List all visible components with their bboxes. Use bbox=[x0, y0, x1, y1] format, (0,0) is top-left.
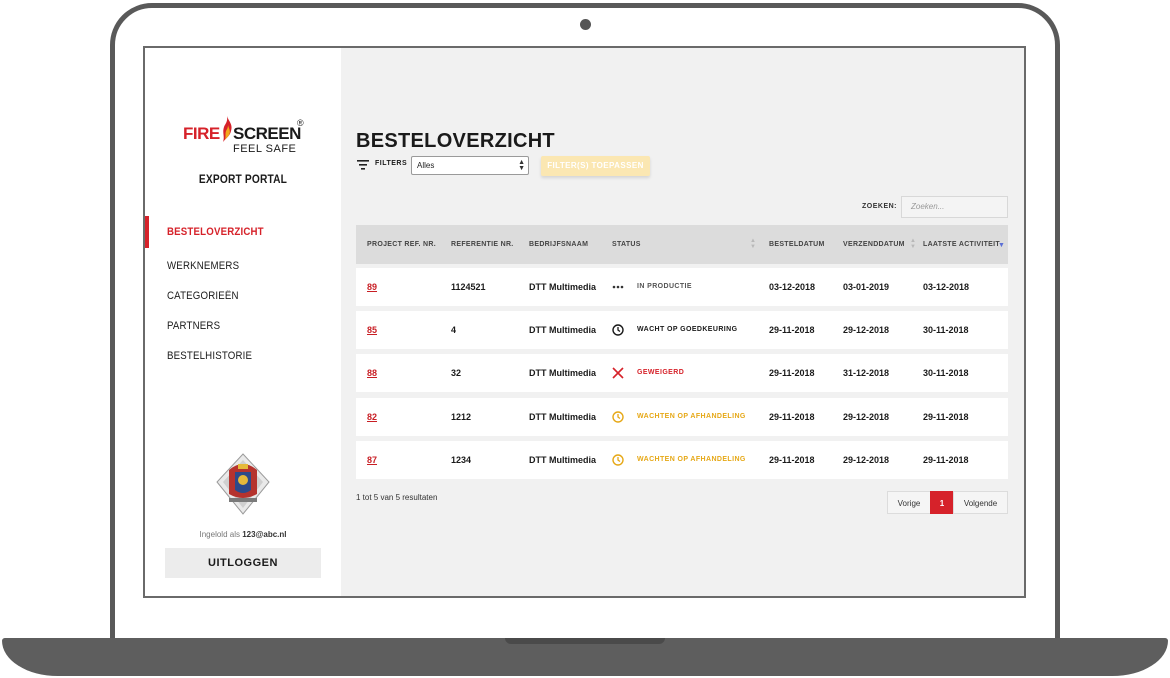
clock-icon bbox=[612, 454, 624, 466]
cross-icon bbox=[612, 367, 624, 379]
logo-fire-text: FIRE bbox=[183, 124, 220, 143]
project-link[interactable]: 88 bbox=[367, 354, 377, 392]
besteldatum-cell: 29-11-2018 bbox=[769, 412, 815, 422]
sort-icon[interactable]: ▲ ▼ bbox=[910, 238, 916, 250]
verzenddatum-cell: 29-12-2018 bbox=[843, 412, 890, 422]
sidebar-nav: BESTELOVERZICHT WERKNEMERS CATEGORIEËN P… bbox=[145, 216, 341, 371]
col-referentie[interactable]: REFERENTIE NR. bbox=[451, 225, 514, 264]
verzenddatum-cell: 31-12-2018 bbox=[843, 368, 890, 378]
besteldatum-cell: 03-12-2018 bbox=[769, 282, 816, 292]
status-text: GEWEIGERD bbox=[637, 369, 685, 376]
table-row: 87 1234 DTT Multimedia WACHTEN OP AFHAND… bbox=[356, 441, 1008, 479]
project-link[interactable]: 89 bbox=[367, 268, 377, 306]
status-text: WACHTEN OP AFHANDELING bbox=[637, 456, 746, 463]
col-project-ref[interactable]: PROJECT REF. NR. bbox=[367, 225, 436, 264]
logged-in-user: 123@abc.nl bbox=[242, 530, 287, 539]
project-link[interactable]: 87 bbox=[367, 441, 377, 479]
logged-in-prefix: Ingelold als bbox=[199, 530, 240, 539]
col-status[interactable]: STATUS bbox=[612, 225, 641, 264]
laatste-activiteit-cell: 29-11-2018 bbox=[923, 412, 969, 422]
flame-icon bbox=[223, 116, 232, 142]
bedrijf-cell: DTT Multimedia bbox=[529, 325, 596, 335]
project-link[interactable]: 85 bbox=[367, 311, 377, 349]
laptop-notch bbox=[505, 638, 665, 644]
sort-desc-icon[interactable]: ▼ bbox=[998, 242, 1005, 249]
filter-lines-icon bbox=[357, 160, 369, 170]
project-link[interactable]: 82 bbox=[367, 398, 377, 436]
main-content: BESTELOVERZICHT FILTERS Alles ▲ ▼ FILTER(… bbox=[341, 48, 1024, 596]
select-arrows-icon: ▲ ▼ bbox=[518, 159, 525, 172]
laatste-activiteit-cell: 03-12-2018 bbox=[923, 282, 970, 292]
sidebar-item-partners[interactable]: PARTNERS bbox=[145, 311, 341, 341]
firescreen-logo[interactable]: FIRE SCREEN ® FEEL SAFE bbox=[183, 116, 304, 156]
search-input[interactable]: Zoeken... bbox=[901, 196, 1008, 218]
col-bedrijfsnaam[interactable]: BEDRIJFSNAAM bbox=[529, 225, 588, 264]
sidebar: FIRE SCREEN ® FEEL SAFE EXPORT PORTAL BE… bbox=[145, 48, 341, 596]
sidebar-item-label: BESTELHISTORIE bbox=[167, 350, 253, 362]
status-text: WACHT OP GOEDKEURING bbox=[637, 326, 738, 333]
logout-button[interactable]: UITLOGGEN bbox=[165, 548, 321, 578]
camera-dot bbox=[580, 19, 591, 30]
verzenddatum-cell: 29-12-2018 bbox=[843, 455, 890, 465]
sort-icon[interactable]: ▲ ▼ bbox=[750, 238, 756, 250]
logo-screen-text: SCREEN bbox=[233, 124, 301, 143]
referentie-cell: 1212 bbox=[451, 412, 472, 422]
bedrijf-cell: DTT Multimedia bbox=[529, 412, 596, 422]
table-row: 88 32 DTT Multimedia GEWEIGERD 29-11-201… bbox=[356, 354, 1008, 392]
table-row: 85 4 DTT Multimedia WACHT OP GOEDKEURING… bbox=[356, 311, 1008, 349]
sidebar-item-label: CATEGORIEËN bbox=[167, 290, 239, 302]
page-title: BESTELOVERZICHT bbox=[356, 130, 555, 152]
bedrijf-cell: DTT Multimedia bbox=[529, 368, 596, 378]
dots-icon bbox=[612, 285, 624, 289]
filter-selected-value: Alles bbox=[417, 161, 435, 170]
next-page-button[interactable]: Volgende bbox=[953, 491, 1008, 514]
logged-in-text: Ingelold als 123@abc.nl bbox=[145, 530, 341, 539]
bedrijf-cell: DTT Multimedia bbox=[529, 282, 596, 292]
laatste-activiteit-cell: 29-11-2018 bbox=[923, 455, 969, 465]
sidebar-item-werknemers[interactable]: WERKNEMERS bbox=[145, 251, 341, 281]
sidebar-item-bestelhistorie[interactable]: BESTELHISTORIE bbox=[145, 341, 341, 371]
verzenddatum-cell: 29-12-2018 bbox=[843, 325, 890, 335]
sidebar-item-label: WERKNEMERS bbox=[167, 260, 240, 272]
prev-page-button[interactable]: Vorige bbox=[887, 491, 931, 514]
laatste-activiteit-cell: 30-11-2018 bbox=[923, 368, 969, 378]
table-row: 82 1212 DTT Multimedia WACHTEN OP AFHAND… bbox=[356, 398, 1008, 436]
sidebar-item-label: BESTELOVERZICHT bbox=[167, 226, 264, 238]
results-count: 1 tot 5 van 5 resultaten bbox=[356, 493, 438, 502]
referentie-cell: 1234 bbox=[451, 455, 472, 465]
col-verzenddatum[interactable]: VERZENDDATUM bbox=[843, 225, 905, 264]
filters-label: FILTERS bbox=[375, 160, 408, 167]
page-1-button[interactable]: 1 bbox=[930, 491, 954, 514]
status-text: IN PRODUCTIE bbox=[637, 283, 692, 290]
verzenddatum-cell: 03-01-2019 bbox=[843, 282, 890, 292]
apply-filters-button[interactable]: FILTER(S) TOEPASSEN bbox=[541, 156, 650, 176]
registered-mark: ® bbox=[297, 118, 304, 128]
referentie-cell: 4 bbox=[451, 325, 457, 335]
sidebar-item-categorieen[interactable]: CATEGORIEËN bbox=[145, 281, 341, 311]
sidebar-item-label: PARTNERS bbox=[167, 320, 221, 332]
table-row: 89 1124521 DTT Multimedia IN PRODUCTIE 0… bbox=[356, 268, 1008, 306]
referentie-cell: 32 bbox=[451, 368, 462, 378]
col-laatste-activiteit[interactable]: LAATSTE ACTIVITEIT bbox=[923, 225, 1000, 264]
portal-title: EXPORT PORTAL bbox=[198, 172, 288, 186]
royal-crest-icon bbox=[216, 453, 270, 515]
table-header: PROJECT REF. NR. REFERENTIE NR. BEDRIJFS… bbox=[356, 225, 1008, 264]
bedrijf-cell: DTT Multimedia bbox=[529, 455, 596, 465]
clock-icon bbox=[612, 411, 624, 423]
laptop-screen: FIRE SCREEN ® FEEL SAFE EXPORT PORTAL BE… bbox=[143, 46, 1026, 598]
status-text: WACHTEN OP AFHANDELING bbox=[637, 413, 746, 420]
referentie-cell: 1124521 bbox=[451, 282, 486, 292]
logo-tagline: FEEL SAFE bbox=[233, 143, 297, 155]
besteldatum-cell: 29-11-2018 bbox=[769, 368, 815, 378]
status-filter-select[interactable]: Alles ▲ ▼ bbox=[411, 156, 529, 175]
besteldatum-cell: 29-11-2018 bbox=[769, 455, 815, 465]
besteldatum-cell: 29-11-2018 bbox=[769, 325, 815, 335]
col-besteldatum[interactable]: BESTELDATUM bbox=[769, 225, 825, 264]
search-label: ZOEKEN: bbox=[862, 203, 897, 210]
laatste-activiteit-cell: 30-11-2018 bbox=[923, 325, 969, 335]
sidebar-item-besteloverzicht[interactable]: BESTELOVERZICHT bbox=[145, 216, 341, 248]
clock-icon bbox=[612, 324, 624, 336]
